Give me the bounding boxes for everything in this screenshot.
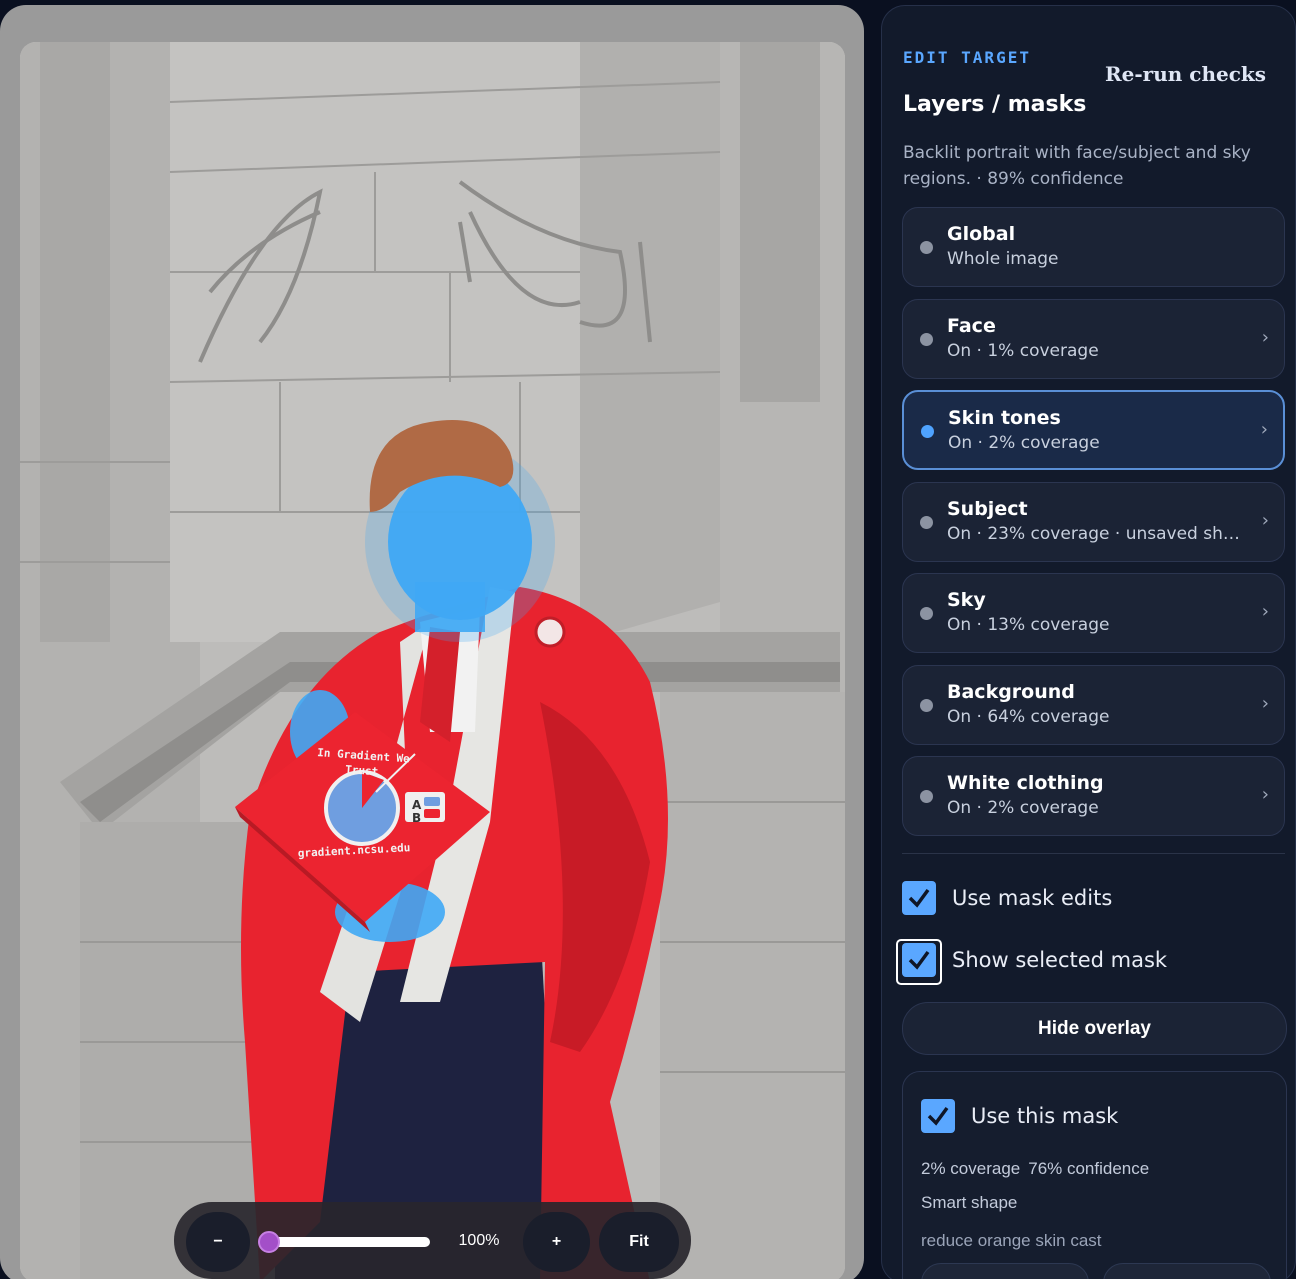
zoom-out-button[interactable]: − bbox=[186, 1212, 250, 1272]
layer-name: Background bbox=[947, 680, 1075, 703]
mask-detail-card: Use this mask 2% coverage 76% confidence … bbox=[902, 1071, 1287, 1279]
layer-name: Skin tones bbox=[948, 407, 1061, 429]
show-selected-mask-row: Show selected mask bbox=[896, 939, 1168, 985]
chevron-right-icon: › bbox=[1261, 692, 1269, 714]
layer-subtitle: On · 13% coverage bbox=[947, 615, 1110, 635]
layer-subtitle: On · 1% coverage bbox=[947, 340, 1099, 361]
panel-description: Backlit portrait with face/subject and s… bbox=[903, 143, 1251, 189]
focus-ring bbox=[896, 939, 942, 985]
layer-item-sky[interactable]: Sky On · 13% coverage › bbox=[902, 573, 1285, 653]
layer-subtitle: Whole image bbox=[947, 249, 1059, 269]
panel-divider bbox=[902, 853, 1285, 854]
layer-item-global[interactable]: Global Whole image bbox=[902, 207, 1285, 287]
zoom-fit-button[interactable]: Fit bbox=[599, 1212, 679, 1272]
cap-motto-line2: Trust bbox=[345, 763, 379, 778]
canvas-frame: A B In Gradient We Trust gradient.ncsu.e… bbox=[0, 5, 864, 1279]
photo-canvas[interactable]: A B In Gradient We Trust gradient.ncsu.e… bbox=[20, 42, 845, 1279]
panel-eyebrow: EDIT TARGET bbox=[903, 48, 1031, 67]
layer-name: Sky bbox=[947, 589, 986, 611]
layer-status-dot bbox=[920, 607, 933, 620]
layer-status-dot bbox=[920, 790, 933, 803]
layer-item-skin-tones[interactable]: Skin tones On · 2% coverage › bbox=[902, 390, 1285, 470]
layer-subtitle: On · 2% coverage bbox=[948, 433, 1100, 453]
checkmark-icon bbox=[927, 1106, 949, 1126]
layer-name: Face bbox=[947, 314, 996, 337]
chevron-right-icon: › bbox=[1261, 509, 1269, 531]
hide-overlay-button[interactable]: Hide overlay bbox=[902, 1002, 1287, 1055]
layer-subtitle: On · 64% coverage bbox=[947, 706, 1110, 727]
layer-item-background[interactable]: Background On · 64% coverage › bbox=[902, 664, 1285, 745]
layer-status-dot bbox=[920, 332, 933, 346]
use-this-mask-row: Use this mask bbox=[921, 1099, 1118, 1133]
layer-subtitle: On · 23% coverage · unsaved sh… bbox=[947, 523, 1240, 544]
mask-coverage: 2% coverage bbox=[921, 1159, 1021, 1178]
mask-action-button-1[interactable] bbox=[921, 1263, 1089, 1279]
mask-shape: Smart shape bbox=[921, 1193, 1018, 1212]
zoom-toolbar: − 100% + Fit bbox=[174, 1202, 691, 1279]
chevron-right-icon: › bbox=[1261, 784, 1269, 805]
use-this-mask-label: Use this mask bbox=[971, 1104, 1119, 1128]
panel-title: Layers / masks bbox=[903, 92, 1087, 117]
layer-name: Global bbox=[947, 223, 1016, 245]
layer-list: Global Whole image Face On · 1% coverage… bbox=[902, 207, 1285, 848]
zoom-slider[interactable] bbox=[258, 1231, 430, 1253]
mask-confidence: 76% confidence bbox=[1028, 1159, 1150, 1178]
mask-action-button-2[interactable] bbox=[1103, 1263, 1271, 1279]
zoom-in-button[interactable]: + bbox=[523, 1212, 590, 1272]
layer-status-dot bbox=[920, 515, 933, 529]
layer-name: Subject bbox=[947, 497, 1028, 520]
rerun-checks-button[interactable]: Re-run checks bbox=[1105, 62, 1266, 86]
layer-item-subject[interactable]: Subject On · 23% coverage · unsaved sh… … bbox=[902, 481, 1285, 562]
use-mask-edits-checkbox[interactable] bbox=[902, 881, 936, 915]
chevron-right-icon: › bbox=[1261, 326, 1269, 348]
chevron-right-icon: › bbox=[1260, 419, 1268, 440]
show-selected-mask-label: Show selected mask bbox=[952, 948, 1168, 972]
zoom-slider-thumb[interactable] bbox=[258, 1231, 280, 1253]
layer-status-dot bbox=[921, 425, 934, 438]
use-mask-edits-row: Use mask edits bbox=[902, 881, 1112, 915]
layer-name: White clothing bbox=[947, 772, 1104, 794]
zoom-value: 100% bbox=[458, 1232, 500, 1249]
use-mask-edits-label: Use mask edits bbox=[952, 886, 1113, 910]
cap-letter-a: A bbox=[412, 798, 422, 812]
checkmark-icon bbox=[908, 888, 930, 908]
layer-item-face[interactable]: Face On · 1% coverage › bbox=[902, 298, 1285, 379]
mask-stats: 2% coverage 76% confidence bbox=[921, 1159, 1149, 1179]
chevron-right-icon: › bbox=[1261, 601, 1269, 622]
use-this-mask-checkbox[interactable] bbox=[921, 1099, 955, 1133]
layer-item-white-clothing[interactable]: White clothing On · 2% coverage › bbox=[902, 756, 1285, 836]
layer-subtitle: On · 2% coverage bbox=[947, 798, 1099, 818]
cap-letter-b: B bbox=[412, 811, 421, 825]
mask-note: reduce orange skin cast bbox=[921, 1231, 1102, 1250]
layers-panel: EDIT TARGET Re-run checks Layers / masks… bbox=[881, 5, 1296, 1279]
photo-illustration: A B In Gradient We Trust gradient.ncsu.e… bbox=[20, 42, 845, 1279]
layer-status-dot bbox=[920, 698, 933, 712]
layer-status-dot bbox=[920, 241, 933, 254]
